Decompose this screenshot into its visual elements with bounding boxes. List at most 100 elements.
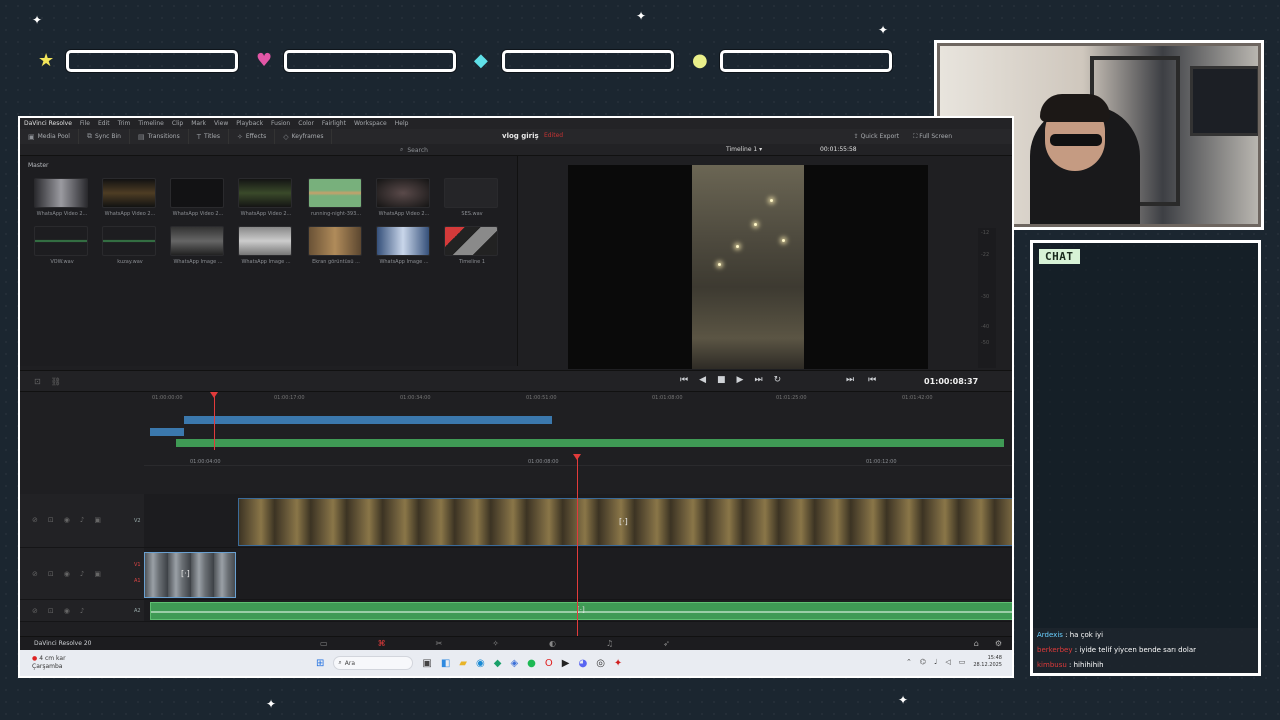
edge-icon[interactable]: ◉ bbox=[476, 658, 485, 669]
app-icon[interactable]: ✦ bbox=[614, 658, 622, 669]
media-clip[interactable]: kuzay.wav bbox=[102, 226, 158, 265]
sync-bin-button[interactable]: ⧉ Sync Bin bbox=[79, 129, 130, 144]
network-icon[interactable]: ⌬ bbox=[920, 658, 926, 666]
opera-icon[interactable]: O bbox=[545, 658, 553, 669]
menu-fusion[interactable]: Fusion bbox=[271, 120, 290, 127]
media-pool-button[interactable]: ▣ Media Pool bbox=[20, 129, 79, 144]
menu-timeline[interactable]: Timeline bbox=[138, 120, 164, 127]
undo-icon[interactable]: ⊡ bbox=[34, 377, 41, 386]
speaker-icon[interactable]: ♪ bbox=[80, 570, 84, 578]
next-edit-button[interactable]: ⏭ bbox=[846, 375, 854, 385]
titles-button[interactable]: T Titles bbox=[189, 129, 229, 144]
video-clip-v2[interactable]: [·] bbox=[238, 498, 1012, 546]
settings-gear-icon[interactable]: ⚙ bbox=[995, 639, 1002, 648]
menu-app[interactable]: DaVinci Resolve bbox=[24, 120, 72, 127]
menu-edit[interactable]: Edit bbox=[98, 120, 110, 127]
prev-edit-button[interactable]: ⏮ bbox=[868, 375, 876, 385]
play-reverse-button[interactable]: ◀ bbox=[699, 375, 706, 385]
video-toggle-icon[interactable]: ▣ bbox=[94, 516, 101, 524]
transitions-button[interactable]: ▤ Transitions bbox=[130, 129, 189, 144]
preview-viewer[interactable] bbox=[568, 165, 928, 369]
task-view-icon[interactable]: ▣ bbox=[422, 658, 431, 669]
track-header-v1[interactable]: ⊘ ⊡ ◉ ♪ ▣ V1 A1 bbox=[20, 548, 144, 600]
edit-page-icon[interactable]: ⌘ bbox=[378, 639, 386, 648]
overview-track-v2[interactable] bbox=[184, 416, 552, 424]
menu-fairlight[interactable]: Fairlight bbox=[322, 120, 346, 127]
overview-track-v1[interactable] bbox=[150, 428, 184, 436]
file-explorer-icon[interactable]: ▰ bbox=[459, 658, 467, 669]
play-button[interactable]: ▶ bbox=[737, 375, 744, 385]
media-clip[interactable]: WhatsApp Video 2... bbox=[238, 178, 294, 217]
cut-page-icon[interactable]: ✂ bbox=[436, 639, 443, 648]
menu-workspace[interactable]: Workspace bbox=[354, 120, 387, 127]
menu-view[interactable]: View bbox=[214, 120, 228, 127]
menu-playback[interactable]: Playback bbox=[236, 120, 263, 127]
track-lane-v1[interactable] bbox=[144, 548, 1012, 600]
audio-clip-a2[interactable]: [·] bbox=[150, 602, 1012, 620]
media-clip[interactable]: Timeline 1 bbox=[444, 226, 500, 265]
media-clip[interactable]: SES.wav bbox=[444, 178, 500, 217]
media-clip[interactable]: WhatsApp Image ... bbox=[170, 226, 226, 265]
chevron-up-icon[interactable]: ⌃ bbox=[906, 658, 912, 666]
overview-ruler[interactable]: 01:00:00:00 01:00:17:00 01:00:34:00 01:0… bbox=[150, 394, 1012, 402]
media-clip[interactable]: WhatsApp Image ... bbox=[376, 226, 432, 265]
overview-track-a1[interactable] bbox=[176, 439, 1004, 447]
menu-clip[interactable]: Clip bbox=[172, 120, 183, 127]
store-icon[interactable]: ◧ bbox=[441, 658, 450, 669]
go-to-end-button[interactable]: ⏭ bbox=[754, 375, 762, 385]
spotify-icon[interactable]: ● bbox=[527, 658, 536, 669]
battery-icon[interactable]: ▭ bbox=[959, 658, 966, 666]
weather-widget[interactable]: ● 4 cm kar Çarşamba bbox=[32, 655, 66, 671]
quick-export-button[interactable]: ⇪ Quick Export bbox=[854, 133, 899, 140]
audio-icon[interactable]: ◉ bbox=[64, 516, 70, 524]
windows-start-icon[interactable]: ⊞ bbox=[316, 658, 324, 669]
track-header-v2[interactable]: ⊘ ⊡ ◉ ♪ ▣ V2 bbox=[20, 494, 144, 548]
media-clip[interactable]: VOW.wav bbox=[34, 226, 90, 265]
menu-file[interactable]: File bbox=[80, 120, 90, 127]
taskbar-search[interactable]: ⌕ Ara bbox=[333, 656, 414, 670]
lock-icon[interactable]: ⊘ bbox=[32, 570, 38, 578]
resolve-taskbar-icon[interactable]: ◎ bbox=[596, 658, 605, 669]
menu-help[interactable]: Help bbox=[395, 120, 409, 127]
color-page-icon[interactable]: ◐ bbox=[549, 639, 556, 648]
timeline-playhead[interactable] bbox=[577, 458, 578, 636]
effects-button[interactable]: ✧ Effects bbox=[229, 129, 276, 144]
link-icon[interactable]: ⛓ bbox=[51, 377, 61, 386]
loop-button[interactable]: ↻ bbox=[774, 375, 782, 385]
clock[interactable]: 15:48 28.12.2025 bbox=[973, 655, 1002, 669]
media-clip[interactable]: WhatsApp Video 2... bbox=[102, 178, 158, 217]
home-icon[interactable]: ⌂ bbox=[974, 639, 979, 648]
media-clip[interactable]: Ekran görüntüsü ... bbox=[308, 226, 364, 265]
search-field[interactable]: ⌕ Search bbox=[400, 146, 428, 154]
menu-mark[interactable]: Mark bbox=[191, 120, 206, 127]
app-icon[interactable]: ◆ bbox=[494, 658, 502, 669]
full-screen-button[interactable]: ⛶ Full Screen bbox=[913, 133, 952, 141]
fairlight-page-icon[interactable]: ♫ bbox=[606, 639, 613, 648]
menu-color[interactable]: Color bbox=[298, 120, 314, 127]
media-clip[interactable]: WhatsApp Video 2... bbox=[376, 178, 432, 217]
media-clip[interactable]: WhatsApp Video 2... bbox=[170, 178, 226, 217]
audio-icon[interactable]: ◉ bbox=[64, 607, 70, 615]
deliver-page-icon[interactable]: ➶ bbox=[663, 639, 670, 648]
media-clip[interactable]: WhatsApp Video 2... bbox=[34, 178, 90, 217]
speaker-icon[interactable]: ♪ bbox=[80, 607, 84, 615]
video-clip-v1[interactable]: [·] bbox=[144, 552, 236, 598]
volume-icon[interactable]: ◁ bbox=[945, 658, 950, 666]
auto-select-icon[interactable]: ⊡ bbox=[48, 607, 54, 615]
discord-icon[interactable]: ◕ bbox=[578, 658, 587, 669]
keyframes-button[interactable]: ◇ Keyframes bbox=[275, 129, 333, 144]
overview-playhead-handle[interactable] bbox=[210, 392, 218, 398]
audio-icon[interactable]: ◉ bbox=[64, 570, 70, 578]
stop-button[interactable]: ■ bbox=[717, 375, 726, 385]
timeline-selector[interactable]: Timeline 1 ▾ bbox=[726, 146, 762, 153]
app-icon[interactable]: ◈ bbox=[510, 658, 518, 669]
lock-icon[interactable]: ⊘ bbox=[32, 516, 38, 524]
video-toggle-icon[interactable]: ▣ bbox=[94, 570, 101, 578]
auto-select-icon[interactable]: ⊡ bbox=[48, 516, 54, 524]
speaker-icon[interactable]: ♪ bbox=[80, 516, 84, 524]
media-clip[interactable]: WhatsApp Image ... bbox=[238, 226, 294, 265]
fusion-page-icon[interactable]: ✧ bbox=[492, 639, 499, 648]
track-header-a2[interactable]: ⊘ ⊡ ◉ ♪ A2 bbox=[20, 600, 144, 622]
media-page-icon[interactable]: ▭ bbox=[320, 639, 328, 648]
auto-select-icon[interactable]: ⊡ bbox=[48, 570, 54, 578]
